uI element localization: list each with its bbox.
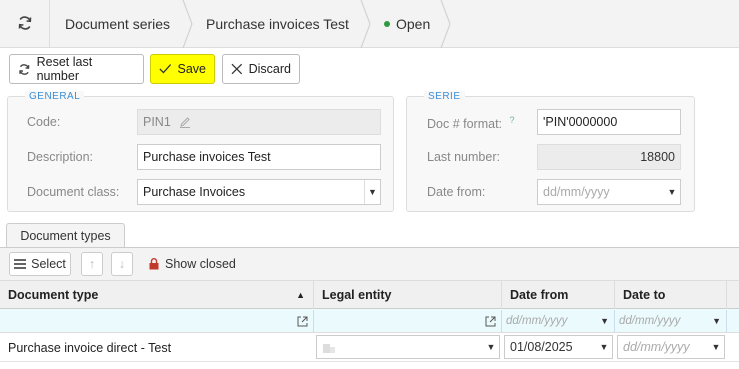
move-up-button[interactable]: ↑ [81,252,103,276]
description-label: Description: [27,150,93,164]
document-class-label: Document class: [27,185,120,199]
cell-document-type: Purchase invoice direct - Test [8,340,172,355]
chevron-right-icon [182,0,193,48]
date-from-cell-input[interactable]: 01/08/2025 ▼ [504,335,613,359]
column-header-legal-entity[interactable]: Legal entity [314,280,502,309]
save-button[interactable]: Save [150,54,215,84]
reset-label: Reset last number [36,55,93,83]
column-header-date-from[interactable]: Date from [502,280,615,309]
code-field: PIN1 [137,109,381,135]
show-closed-toggle[interactable]: Show closed [149,252,236,276]
status-text: Open [396,16,431,32]
reset-last-number-button[interactable]: Reset last number [9,54,144,84]
chevron-down-icon[interactable]: ▼ [664,180,680,204]
filter-date-from[interactable]: dd/mm/yyyy ▼ [502,310,615,332]
document-class-select[interactable]: Purchase Invoices ▼ [137,179,381,205]
chevron-down-icon[interactable]: ▼ [708,336,724,358]
open-external-icon[interactable] [485,316,496,327]
select-button[interactable]: Select [9,252,71,276]
column-header-date-to[interactable]: Date to [615,280,727,309]
column-label: Legal entity [322,287,392,302]
pencil-icon [179,117,190,128]
last-number-value: 18800 [640,150,675,164]
breadcrumb-item-series-name[interactable]: Purchase invoices Test [206,0,349,48]
date-from-placeholder: dd/mm/yyyy [543,185,610,199]
chevron-down-icon[interactable]: ▼ [600,316,609,326]
legal-entity-select[interactable]: ▼ [316,335,500,359]
refresh-icon [19,63,30,75]
sort-asc-icon[interactable]: ▲ [296,290,305,300]
check-icon [159,64,172,74]
description-value: Purchase invoices Test [143,150,271,164]
status-dot-icon [384,21,390,27]
refresh-icon [17,15,33,34]
description-field[interactable]: Purchase invoices Test [137,144,381,170]
menu-icon [14,259,27,269]
breadcrumb-item-document-series[interactable]: Document series [65,0,170,48]
serie-legend: SERIE [424,91,465,102]
column-header-document-type[interactable]: Document type ▲ [0,280,314,309]
status-badge: Open [384,0,430,48]
refresh-button[interactable] [0,0,50,48]
column-label: Date from [510,287,569,302]
help-icon[interactable]: ? [510,115,515,125]
doc-format-value: 'PIN'0000000 [543,115,618,129]
filter-document-type[interactable] [0,310,314,332]
tab-document-types[interactable]: Document types [6,223,125,248]
open-external-icon[interactable] [297,316,308,327]
date-from-label: Date from: [427,185,486,199]
lock-icon [149,258,159,270]
last-number-label: Last number: [427,150,500,164]
building-icon [323,344,335,353]
document-class-value: Purchase Invoices [143,185,246,199]
arrow-up-icon: ↑ [88,257,96,271]
filter-date-to-placeholder: dd/mm/yyyy [619,315,681,327]
chevron-down-icon[interactable]: ▼ [712,316,721,326]
close-icon [231,63,243,75]
filter-legal-entity[interactable] [314,310,502,332]
show-closed-label: Show closed [165,257,236,271]
discard-button[interactable]: Discard [222,54,300,84]
save-label: Save [177,62,207,76]
last-number-field: 18800 [537,144,681,170]
date-from-value: 01/08/2025 [510,340,573,354]
date-to-placeholder: dd/mm/yyyy [623,340,690,354]
chevron-down-icon[interactable]: ▼ [596,336,612,358]
column-label: Document type [8,287,99,302]
move-down-button[interactable]: ↓ [111,252,133,276]
column-label: Date to [623,287,666,302]
discard-label: Discard [248,62,291,76]
filter-date-from-placeholder: dd/mm/yyyy [506,315,568,327]
date-to-cell-input[interactable]: dd/mm/yyyy ▼ [617,335,725,359]
date-from-field[interactable]: dd/mm/yyyy ▼ [537,179,681,205]
chevron-down-icon[interactable]: ▼ [364,180,380,204]
general-legend: GENERAL [25,91,85,102]
code-value: PIN1 [143,115,171,129]
filter-date-to[interactable]: dd/mm/yyyy ▼ [615,310,727,332]
select-label: Select [31,257,66,271]
arrow-down-icon: ↓ [118,257,126,271]
chevron-down-icon[interactable]: ▼ [483,336,499,358]
chevron-right-icon [440,0,451,48]
doc-format-label-text: Doc # format: [427,117,503,132]
doc-format-field[interactable]: 'PIN'0000000 [537,109,681,135]
chevron-right-icon [360,0,371,48]
doc-format-label: Doc # format: ? [427,115,515,131]
tab-document-types-label: Document types [20,229,111,243]
code-label: Code: [27,115,61,129]
